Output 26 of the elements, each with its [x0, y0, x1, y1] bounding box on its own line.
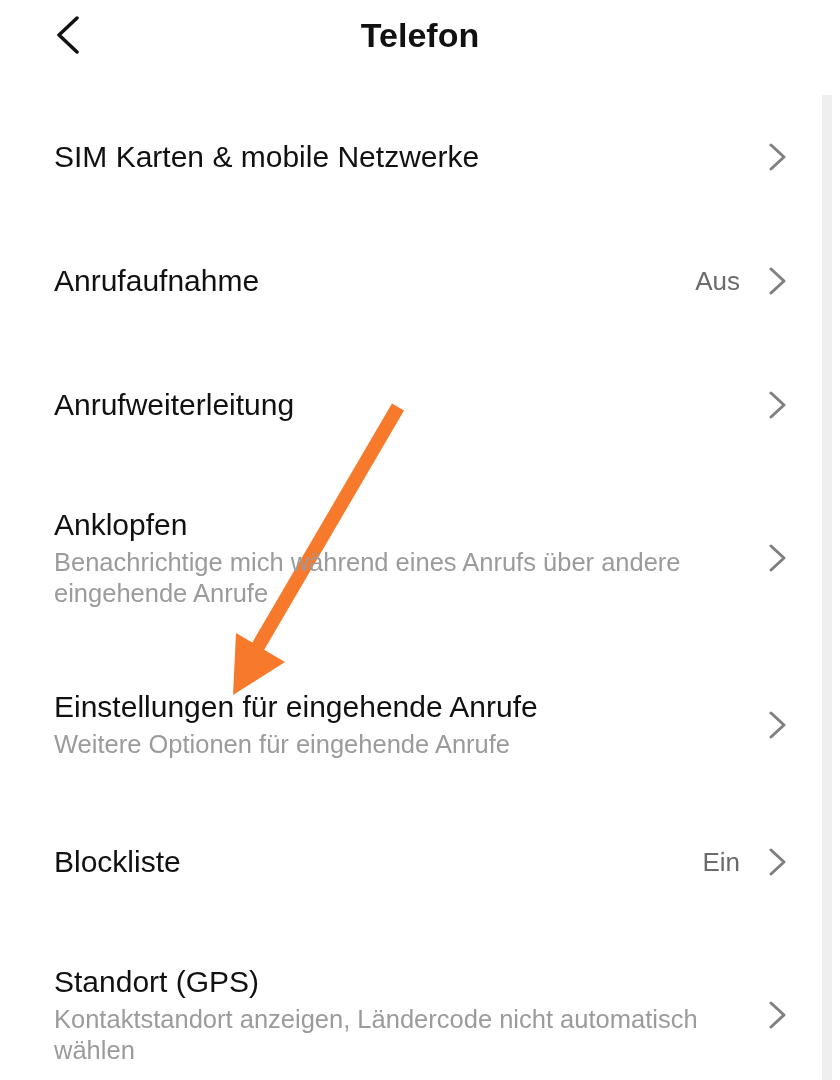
item-title: Anrufaufnahme — [54, 263, 260, 299]
item-value: Ein — [702, 847, 740, 877]
back-icon — [56, 16, 80, 54]
item-title: Anrufweiterleitung — [54, 387, 295, 423]
item-value: Aus — [695, 266, 740, 296]
settings-item[interactable]: Standort (GPS) Kontaktstandort anzeigen, Ländercode nicht automatisch wählen — [0, 924, 822, 1080]
settings-item[interactable]: Anrufaufnahme Aus — [0, 219, 822, 343]
chevron-right-icon — [769, 1001, 786, 1029]
item-title: Anklopfen — [54, 507, 188, 543]
chevron-right-icon — [769, 391, 786, 419]
item-description: Weitere Optionen für eingehende Anrufe — [54, 729, 510, 760]
item-title: Einstellungen für eingehende Anrufe — [54, 689, 538, 725]
chevron-right-icon — [769, 848, 786, 876]
chevron-right-icon — [769, 143, 786, 171]
chevron-right-icon — [769, 267, 786, 295]
item-title: SIM Karten & mobile Netzwerke — [54, 139, 480, 175]
settings-item[interactable]: Einstellungen für eingehende Anrufe Weitere Optionen für eingehende Anrufe — [0, 649, 822, 800]
settings-item[interactable]: SIM Karten & mobile Netzwerke — [0, 95, 822, 219]
chevron-right-icon — [769, 544, 786, 572]
settings-item[interactable]: Blockliste Ein — [0, 800, 822, 924]
settings-item[interactable]: Anrufweiterleitung — [0, 343, 822, 467]
item-title: Blockliste — [54, 844, 181, 880]
page-title: Telefon — [360, 15, 480, 55]
item-title: Standort (GPS) — [54, 964, 260, 1000]
item-description: Kontaktstandort anzeigen, Ländercode nicht automatisch wählen — [54, 1004, 699, 1066]
chevron-right-icon — [769, 710, 786, 739]
